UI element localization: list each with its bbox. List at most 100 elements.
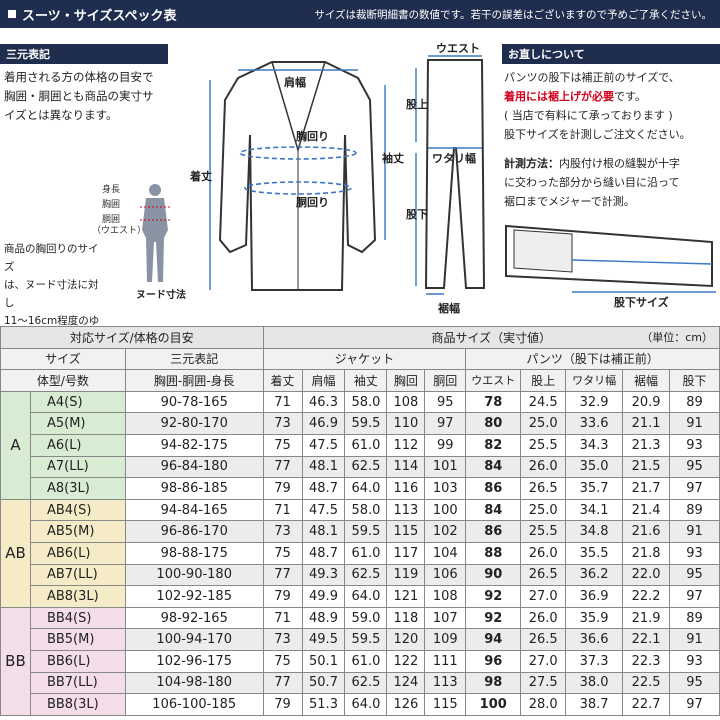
- size-cell: AB4(S): [29, 498, 126, 522]
- table-row: AB6(L) 98-88-175 75 48.7 61.0 117 104 88 26.0 35.…: [1, 541, 720, 565]
- table-cell: 21.9: [622, 606, 670, 630]
- table-cell: 97: [424, 412, 467, 435]
- table-cell: 25.0: [520, 412, 567, 435]
- table-row: AB AB4(S) 94-84-165 71 47.5 58.0 113 100 84 25.0 3…: [0, 498, 720, 608]
- table-cell: 48.7: [301, 541, 346, 565]
- table-cell: 97: [669, 477, 720, 500]
- table-cell: 47.5: [301, 498, 346, 522]
- table-cell: 89: [669, 390, 720, 414]
- table-cell: 50.7: [301, 671, 346, 695]
- table-cell: 79: [262, 693, 303, 716]
- table-cell: 77: [262, 563, 303, 587]
- table-cell: 89: [669, 606, 720, 630]
- table-cell: 28.0: [520, 693, 567, 716]
- table-row: BB7(LL) 104-98-180 77 50.7 62.5 124 113 98 27.5 3…: [1, 671, 720, 695]
- pants-diagram: ウエスト 股上 ワタリ幅 股下 裾幅: [406, 42, 486, 315]
- table-cell: 71: [262, 498, 303, 522]
- table-cell: 27.0: [520, 649, 567, 673]
- table-cell: 59.5: [344, 628, 388, 651]
- table-row: BB BB4(S) 98-92-165 71 48.9 59.0 118 107 92 26.0 3…: [0, 606, 720, 716]
- table-row: AB5(M) 96-86-170 73 48.1 59.5 115 102 86 25.5 34.…: [1, 520, 720, 543]
- table-cell: 79: [262, 477, 303, 500]
- table-row: A8(3L) 98-86-185 79 48.7 64.0 116 103 86 26.5 35.…: [1, 477, 720, 500]
- table-cell: 48.9: [301, 606, 346, 630]
- jacket-chest-label: 胸回り: [296, 129, 329, 143]
- table-cell: 113: [424, 671, 467, 695]
- size-cell: A8(3L): [29, 477, 126, 500]
- table-cell: 49.9: [301, 585, 346, 608]
- table-cell: 59.5: [344, 412, 388, 435]
- table-cell: 21.6: [622, 520, 670, 543]
- table-cell: 73: [262, 628, 303, 651]
- table-cell: 95: [669, 563, 720, 587]
- table-cell: 71: [262, 390, 303, 414]
- table-cell: 33.6: [565, 412, 624, 435]
- table-cell: 92: [465, 606, 522, 630]
- table-cell: 46.3: [301, 390, 346, 414]
- table-cell: 62.5: [344, 671, 388, 695]
- table-cell: 62.5: [344, 563, 388, 587]
- table-cell: 59.5: [344, 520, 388, 543]
- table-cell: 75: [262, 649, 303, 673]
- table-cell: 73: [262, 520, 303, 543]
- table-cell: 100: [424, 498, 467, 522]
- table-cell: 35.0: [565, 455, 624, 479]
- svg-text:身長: 身長: [102, 183, 120, 195]
- table-cell: 98: [465, 671, 522, 695]
- table-row: A A4(S) 90-78-165 71 46.3 58.0 108 95 78 24.5 32.9…: [0, 390, 720, 500]
- body-type-group: A: [0, 390, 31, 500]
- table-cell: 77: [262, 455, 303, 479]
- size-cell: BB5(M): [29, 628, 126, 651]
- table-cell: 118: [386, 606, 426, 630]
- table-cell: 92-80-170: [124, 412, 264, 435]
- body-type-group: BB: [0, 606, 31, 716]
- size-cell: BB7(LL): [29, 671, 126, 695]
- table-cell: 86: [465, 477, 522, 500]
- table-cell: 26.5: [520, 628, 567, 651]
- table-cell: 94: [465, 628, 522, 651]
- table-cell: 84: [465, 455, 522, 479]
- table-cell: 73: [262, 412, 303, 435]
- table-cell: 25.5: [520, 520, 567, 543]
- table-cell: 50.1: [301, 649, 346, 673]
- table-row: AB8(3L) 102-92-185 79 49.9 64.0 121 108 92 27.0 3…: [1, 585, 720, 608]
- table-cell: 21.7: [622, 477, 670, 500]
- table-cell: 100-90-180: [124, 563, 264, 587]
- table-cell: 71: [262, 606, 303, 630]
- table-cell: 34.3: [565, 433, 624, 457]
- table-cell: 22.0: [622, 563, 670, 587]
- table-cell: 99: [424, 433, 467, 457]
- table-cell: 120: [386, 628, 426, 651]
- table-cell: 26.5: [520, 477, 567, 500]
- table-cell: 34.1: [565, 498, 624, 522]
- nude-size-label: ヌード寸法: [136, 288, 186, 301]
- table-cell: 92: [465, 585, 522, 608]
- table-cell: 21.1: [622, 412, 670, 435]
- table-cell: 80: [465, 412, 522, 435]
- table-cell: 86: [465, 520, 522, 543]
- size-cell: A6(L): [29, 433, 126, 457]
- table-cell: 20.9: [622, 390, 670, 414]
- table-cell: 75: [262, 541, 303, 565]
- table-cell: 46.9: [301, 412, 346, 435]
- body-type-group: AB: [0, 498, 31, 608]
- table-cell: 64.0: [344, 693, 388, 716]
- table-cell: 36.6: [565, 628, 624, 651]
- size-cell: A5(M): [29, 412, 126, 435]
- table-cell: 90: [465, 563, 522, 587]
- table-cell: 119: [386, 563, 426, 587]
- table-cell: 34.8: [565, 520, 624, 543]
- table-cell: 104-98-180: [124, 671, 264, 695]
- table-cell: 22.3: [622, 649, 670, 673]
- table-cell: 114: [386, 455, 426, 479]
- table-cell: 78: [465, 390, 522, 414]
- table-cell: 98-88-175: [124, 541, 264, 565]
- table-cell: 115: [424, 693, 467, 716]
- table-cell: 79: [262, 585, 303, 608]
- table-row: A5(M) 92-80-170 73 46.9 59.5 110 97 80 25.0 33.6 2…: [1, 412, 720, 435]
- nude-body-figure: 身長 胸囲 胴囲 （ウエスト） ヌード寸法: [92, 183, 186, 301]
- size-cell: BB6(L): [29, 649, 126, 673]
- pants-hem-label: 裾幅: [438, 301, 460, 315]
- header-note: サイズは裁断明細書の数値です。若干の誤差はございますので予めご了承ください。: [314, 8, 712, 21]
- table-cell: 64.0: [344, 585, 388, 608]
